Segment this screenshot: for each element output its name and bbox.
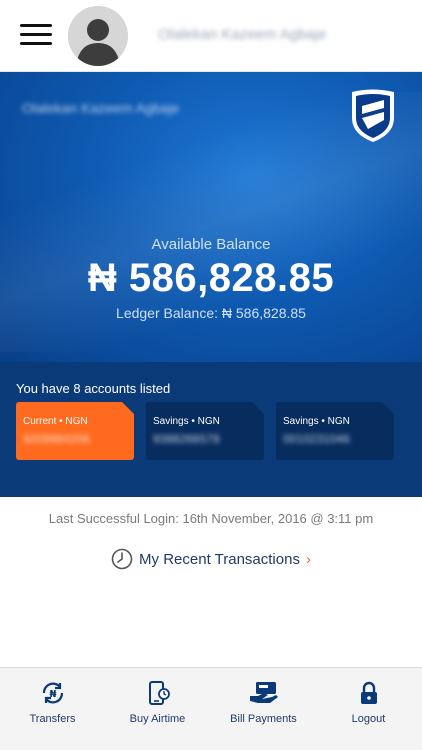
ledger-balance: Ledger Balance: ₦ 586,828.85 (116, 305, 306, 321)
accounts-section: You have 8 accounts listed Current • NGN… (0, 362, 422, 497)
account-number: 0010231046 (283, 432, 350, 446)
account-type: Current • NGN (23, 416, 88, 427)
chevron-right-icon: › (305, 550, 311, 568)
bottom-navigation: ₦ Transfers Buy Airtime Bill Payments Lo… (0, 667, 422, 750)
top-bar: Olalekan Kazeem Agbaje (0, 0, 422, 72)
account-type: Savings • NGN (283, 416, 350, 427)
last-login-text: Last Successful Login: 16th November, 20… (48, 511, 374, 526)
account-card-savings-2[interactable]: Savings • NGN 0010231046 (276, 402, 394, 460)
user-silhouette-icon (68, 6, 128, 66)
avatar[interactable] (68, 6, 128, 66)
nav-label: Logout (351, 713, 386, 725)
account-holder-name: Olalekan Kazeem Agbaje (22, 100, 180, 116)
nav-logout[interactable]: Logout (316, 668, 421, 750)
nav-buy-airtime[interactable]: Buy Airtime (105, 668, 210, 750)
recent-transactions-link[interactable]: My Recent Transactions › (0, 548, 422, 574)
account-type: Savings • NGN (153, 416, 220, 427)
bank-shield-logo-icon (352, 89, 394, 142)
nav-label: Bill Payments (230, 713, 297, 725)
lock-icon (360, 681, 377, 704)
phone-topup-icon (148, 681, 170, 705)
account-card-savings-1[interactable]: Savings • NGN 9388266578 (146, 402, 264, 460)
available-balance-label: Available Balance (151, 236, 271, 253)
account-number: 9388266578 (153, 432, 220, 446)
header-user-name: Olalekan Kazeem Agbaje (158, 26, 327, 43)
nav-bill-payments[interactable]: Bill Payments (211, 668, 316, 750)
nav-label: Buy Airtime (129, 713, 186, 725)
accounts-count-label: You have 8 accounts listed (16, 381, 171, 396)
available-balance-amount: ₦ 586,828.85 (87, 256, 335, 300)
clock-icon (111, 548, 133, 570)
recent-transactions-label: My Recent Transactions (139, 550, 300, 568)
svg-text:₦: ₦ (49, 689, 56, 700)
account-card-current[interactable]: Current • NGN 9209984206 (16, 402, 134, 460)
nav-label: Transfers (29, 713, 76, 725)
transfer-icon: ₦ (42, 682, 63, 704)
balance-card: Olalekan Kazeem Agbaje Available Balance… (0, 72, 422, 362)
nav-transfers[interactable]: ₦ Transfers (0, 668, 105, 750)
account-number: 9209984206 (23, 432, 90, 446)
card-payment-icon (249, 682, 278, 703)
menu-icon[interactable] (20, 24, 52, 46)
